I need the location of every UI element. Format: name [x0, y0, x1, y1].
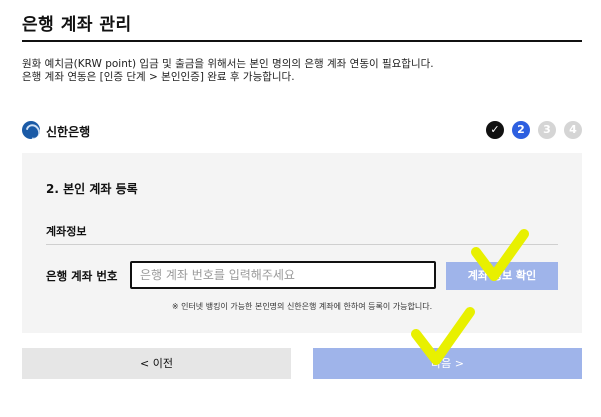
description-line-2: 은행 계좌 연동은 [인증 단계 > 본인인증] 완료 후 가능합니다.	[22, 71, 295, 83]
checkmark-annotation-icon	[471, 229, 529, 281]
prev-button[interactable]: < 이전	[22, 348, 291, 379]
account-note: ※ 인터넷 뱅킹이 가능한 본인명의 신한은행 계좌에 한하여 등록이 가능합니…	[171, 302, 433, 311]
bank-name: 신한은행	[46, 125, 91, 139]
shinhan-logo-icon	[22, 121, 40, 139]
page-title: 은행 계좌 관리	[22, 15, 132, 35]
card-title: 2. 본인 계좌 등록	[46, 182, 138, 196]
step-2-active: 2	[512, 121, 530, 139]
page-description: 원화 예치금(KRW point) 입금 및 출금을 위해서는 본인 명의의 은…	[22, 58, 434, 84]
checkmark-annotation-icon	[411, 307, 475, 365]
account-number-label: 은행 계좌 번호	[46, 269, 118, 283]
step-indicator: ✓ 2 3 4	[486, 121, 582, 141]
account-number-input[interactable]	[130, 261, 436, 289]
step-3: 3	[538, 121, 556, 139]
description-line-1: 원화 예치금(KRW point) 입금 및 출금을 위해서는 본인 명의의 은…	[22, 58, 434, 70]
account-info-section-label: 계좌정보	[46, 225, 87, 238]
title-divider	[22, 40, 582, 42]
bank-header: 신한은행 ✓ 2 3 4	[22, 121, 582, 141]
step-1-done-check-icon: ✓	[486, 121, 504, 139]
step-4: 4	[564, 121, 582, 139]
